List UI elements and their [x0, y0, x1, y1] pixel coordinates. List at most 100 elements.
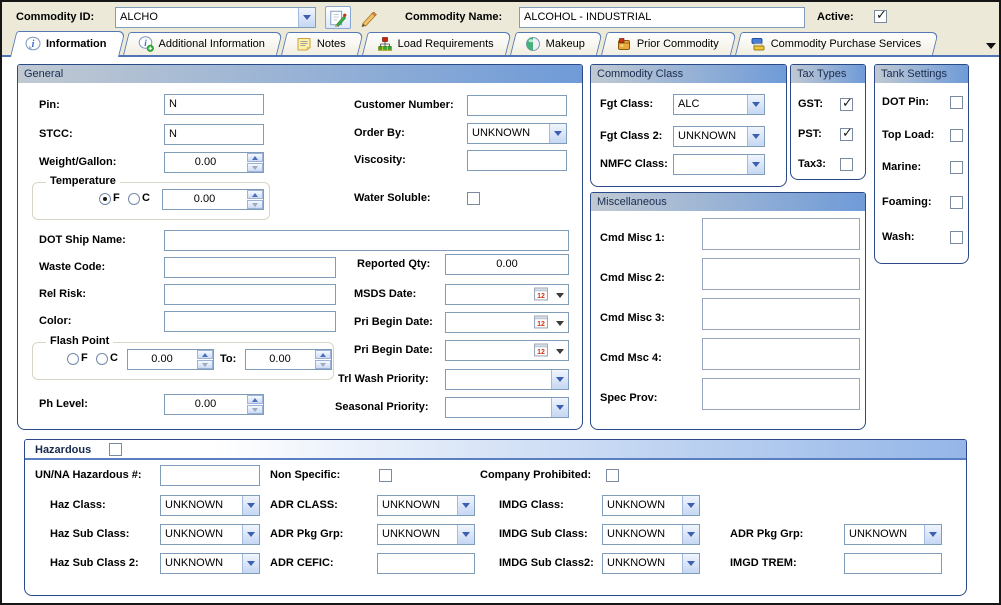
- tab-notes[interactable]: Notes: [281, 32, 358, 55]
- temperature-f-radio[interactable]: [99, 193, 111, 205]
- imdg-sub-class2-label: IMDG Sub Class2:: [499, 553, 594, 574]
- flash-point-group-title: Flash Point: [46, 335, 113, 348]
- temperature-stepper[interactable]: 0.00: [162, 189, 264, 210]
- spin-up-icon[interactable]: [315, 350, 331, 359]
- spec-prov-input[interactable]: [702, 378, 860, 410]
- fgt-class2-dropdown[interactable]: UNKNOWN: [673, 126, 765, 147]
- imdg-sub-class2-value: UNKNOWN: [607, 554, 680, 573]
- haz-sub-class-dropdown[interactable]: UNKNOWN: [160, 524, 260, 545]
- msds-date-picker[interactable]: 12: [445, 284, 569, 305]
- tab-prior-commodity[interactable]: Prior Commodity: [601, 32, 731, 55]
- tab-additional-information[interactable]: i Additional Information: [123, 32, 277, 55]
- adr-pkg-grp2-dropdown[interactable]: UNKNOWN: [844, 524, 942, 545]
- pin-input[interactable]: N: [164, 94, 264, 115]
- tab-commodity-purchase-services[interactable]: Commodity Purchase Services: [735, 32, 933, 55]
- company-prohibited-checkbox[interactable]: [606, 469, 619, 482]
- wash-label: Wash:: [882, 227, 915, 248]
- spin-up-icon[interactable]: [247, 153, 263, 162]
- waste-code-input[interactable]: [164, 257, 336, 278]
- spec-prov-label: Spec Prov:: [600, 388, 657, 409]
- imdg-sub-class-dropdown[interactable]: UNKNOWN: [602, 524, 700, 545]
- adr-pkg-grp-dropdown[interactable]: UNKNOWN: [377, 524, 475, 545]
- temperature-c-radio[interactable]: [128, 193, 140, 205]
- active-checkbox[interactable]: [874, 10, 887, 23]
- pencil-button[interactable]: [356, 7, 378, 28]
- spin-down-icon[interactable]: [315, 360, 331, 369]
- hazardous-checkbox[interactable]: [109, 443, 122, 456]
- haz-sub-class2-dropdown[interactable]: UNKNOWN: [160, 553, 260, 574]
- chevron-down-icon: [298, 8, 315, 27]
- spin-down-icon[interactable]: [247, 163, 263, 172]
- tank-settings-group-header: Tank Settings: [875, 65, 968, 83]
- order-by-value: UNKNOWN: [472, 124, 547, 143]
- edit-commodity-button[interactable]: [325, 6, 351, 29]
- weight-gallon-stepper[interactable]: 0.00: [164, 152, 264, 173]
- dot-pin-checkbox[interactable]: [950, 96, 963, 109]
- spin-down-icon[interactable]: [247, 405, 263, 414]
- cmd-misc2-input[interactable]: [702, 258, 860, 290]
- chevron-down-icon: [551, 370, 568, 389]
- chevron-down-icon: [457, 525, 474, 544]
- cmd-msc4-input[interactable]: [702, 338, 860, 370]
- spin-down-icon[interactable]: [197, 360, 213, 369]
- rel-risk-input[interactable]: [164, 284, 336, 305]
- pri-begin-date2-label: Pri Begin Date:: [354, 340, 433, 361]
- foaming-checkbox[interactable]: [950, 196, 963, 209]
- chevron-down-icon[interactable]: [986, 43, 996, 49]
- tax3-checkbox[interactable]: [840, 158, 853, 171]
- gst-checkbox[interactable]: [840, 98, 853, 111]
- flash-point-to-label: To:: [220, 349, 236, 370]
- flash-point-c-radio[interactable]: [96, 353, 108, 365]
- cmd-misc3-input[interactable]: [702, 298, 860, 330]
- un-na-hazardous-input[interactable]: [160, 465, 260, 486]
- fgt-class-dropdown[interactable]: ALC: [673, 94, 765, 115]
- calendar-icon: 12: [534, 287, 548, 301]
- order-by-label: Order By:: [354, 123, 405, 144]
- spin-up-icon[interactable]: [247, 395, 263, 404]
- ph-level-stepper[interactable]: 0.00: [164, 394, 264, 415]
- viscosity-input[interactable]: [467, 150, 567, 171]
- pri-begin-date2-picker[interactable]: 12: [445, 340, 569, 361]
- flash-point-to-stepper[interactable]: 0.00: [245, 349, 332, 370]
- stcc-input[interactable]: N: [164, 124, 264, 145]
- rel-risk-label: Rel Risk:: [39, 284, 86, 305]
- adr-cefic-input[interactable]: [377, 553, 475, 574]
- customer-number-input[interactable]: [467, 95, 567, 116]
- adr-class-dropdown[interactable]: UNKNOWN: [377, 495, 475, 516]
- order-by-dropdown[interactable]: UNKNOWN: [467, 123, 567, 144]
- pst-checkbox[interactable]: [840, 128, 853, 141]
- pencil-icon: [358, 8, 377, 27]
- cmd-misc1-input[interactable]: [702, 218, 860, 250]
- imdg-sub-class-value: UNKNOWN: [607, 525, 680, 544]
- imgd-trem-input[interactable]: [844, 553, 942, 574]
- dot-ship-name-input[interactable]: [164, 230, 569, 251]
- pri-begin-date1-picker[interactable]: 12: [445, 312, 569, 333]
- flash-point-from-stepper[interactable]: 0.00: [127, 349, 214, 370]
- water-soluble-checkbox[interactable]: [467, 192, 480, 205]
- seasonal-priority-dropdown[interactable]: [445, 397, 569, 418]
- tab-load-requirements[interactable]: Load Requirements: [362, 32, 506, 55]
- wash-checkbox[interactable]: [950, 231, 963, 244]
- imdg-sub-class2-dropdown[interactable]: UNKNOWN: [602, 553, 700, 574]
- nmfc-class-dropdown[interactable]: [673, 154, 765, 175]
- flash-point-f-radio[interactable]: [67, 353, 79, 365]
- spin-up-icon[interactable]: [197, 350, 213, 359]
- weight-gallon-label: Weight/Gallon:: [39, 152, 116, 173]
- tab-information[interactable]: i Information: [10, 31, 119, 57]
- tab-makeup[interactable]: Makeup: [510, 32, 597, 55]
- haz-class-dropdown[interactable]: UNKNOWN: [160, 495, 260, 516]
- non-specific-checkbox[interactable]: [379, 469, 392, 482]
- color-input[interactable]: [164, 311, 336, 332]
- top-load-checkbox[interactable]: [950, 129, 963, 142]
- notes-icon: [296, 36, 312, 52]
- commodity-name-input[interactable]: ALCOHOL - INDUSTRIAL: [519, 7, 805, 28]
- spin-up-icon[interactable]: [247, 190, 263, 199]
- viscosity-label: Viscosity:: [354, 150, 406, 171]
- marine-checkbox[interactable]: [950, 161, 963, 174]
- commodity-id-combobox[interactable]: ALCHO: [115, 7, 316, 28]
- trl-wash-priority-dropdown[interactable]: [445, 369, 569, 390]
- reported-qty-input[interactable]: 0.00: [445, 254, 569, 275]
- chevron-down-icon: [682, 496, 699, 515]
- spin-down-icon[interactable]: [247, 200, 263, 209]
- imdg-class-dropdown[interactable]: UNKNOWN: [602, 495, 700, 516]
